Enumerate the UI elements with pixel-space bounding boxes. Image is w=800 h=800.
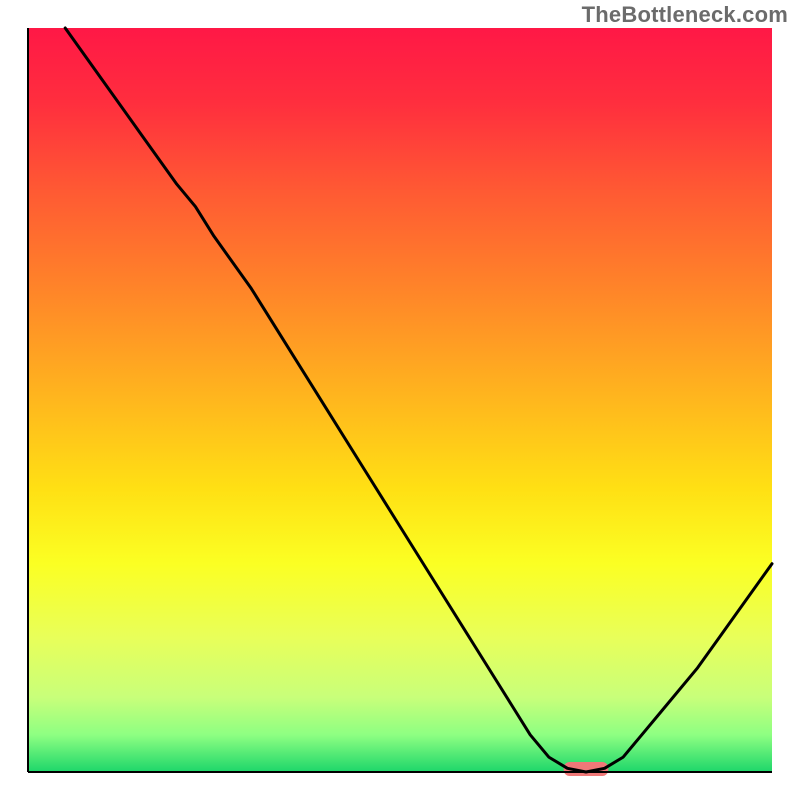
watermark-text: TheBottleneck.com	[582, 2, 788, 28]
plot-area	[28, 28, 772, 772]
chart-svg	[0, 0, 800, 800]
chart-canvas: TheBottleneck.com	[0, 0, 800, 800]
